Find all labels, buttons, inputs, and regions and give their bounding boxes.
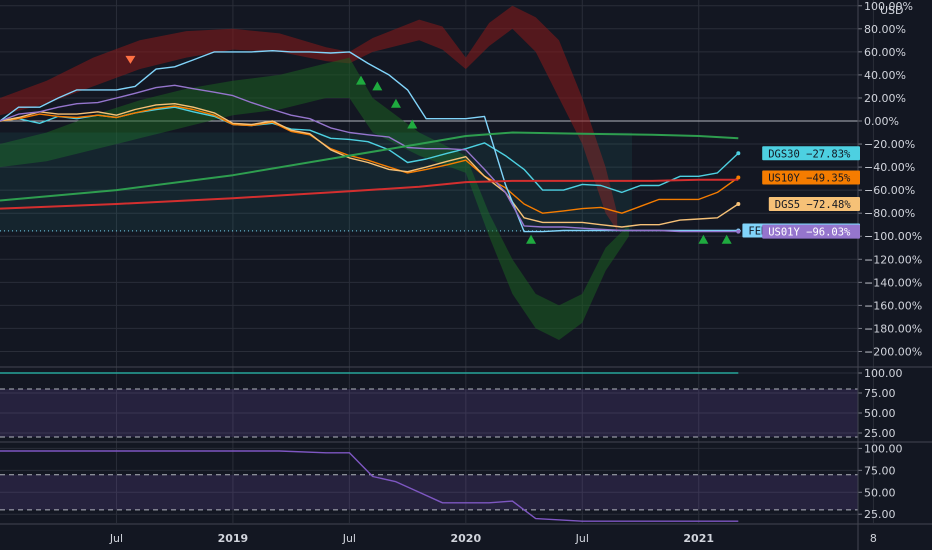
y-tick-label: −200.00% [864, 345, 922, 358]
y-tick-label: 40.00% [864, 69, 906, 82]
y-tick-label: −40.00% [864, 161, 915, 174]
currency-unit-label: USD [880, 4, 904, 17]
last-point-dot [736, 175, 741, 180]
x-tick-label: 2019 [218, 532, 249, 545]
y-tick-label: 50.00 [864, 407, 896, 420]
last-point-dot [736, 229, 741, 234]
x-tick-label: 8 [870, 532, 877, 545]
y-tick-label: 100.00 [864, 367, 903, 380]
oscillator-band-fill [0, 474, 858, 510]
y-tick-label: 25.00 [864, 508, 896, 521]
y-tick-label: 25.00 [864, 427, 896, 440]
x-tick-label: Jul [342, 532, 356, 545]
y-tick-label: −140.00% [864, 276, 922, 289]
x-tick-label: Jul [575, 532, 589, 545]
last-value-label-dgs30: DGS30 −27.83% [768, 148, 851, 160]
y-tick-label: −80.00% [864, 207, 915, 220]
y-tick-label: 60.00% [864, 46, 906, 59]
x-tick-label: Jul [109, 532, 123, 545]
y-tick-label: 100.00 [864, 442, 903, 455]
y-tick-label: −60.00% [864, 184, 915, 197]
y-tick-label: 80.00% [864, 23, 906, 36]
y-tick-label: 20.00% [864, 92, 906, 105]
x-tick-label: 2021 [683, 532, 714, 545]
y-tick-label: −20.00% [864, 138, 915, 151]
last-value-label-us01y: US01Y −96.03% [768, 227, 851, 239]
y-tick-label: −180.00% [864, 322, 922, 335]
chart-canvas[interactable]: 100.00%80.00%60.00%40.00%20.00%0.00%−20.… [0, 0, 932, 550]
y-tick-label: 50.00 [864, 486, 896, 499]
y-tick-label: −100.00% [864, 230, 922, 243]
y-tick-label: 75.00 [864, 464, 896, 477]
last-value-label-dgs5: DGS5 −72.48% [775, 199, 852, 211]
x-tick-label: 2020 [451, 532, 482, 545]
y-tick-label: 75.00 [864, 387, 896, 400]
oscillator-band-fill [0, 389, 858, 437]
last-value-label-us10y: US10Y −49.35% [768, 172, 851, 184]
teal-zone [0, 132, 632, 232]
y-tick-label: −160.00% [864, 299, 922, 312]
last-point-dot [736, 201, 741, 206]
y-tick-label: 0.00% [864, 115, 899, 128]
last-point-dot [736, 151, 741, 156]
y-tick-label: −120.00% [864, 253, 922, 266]
